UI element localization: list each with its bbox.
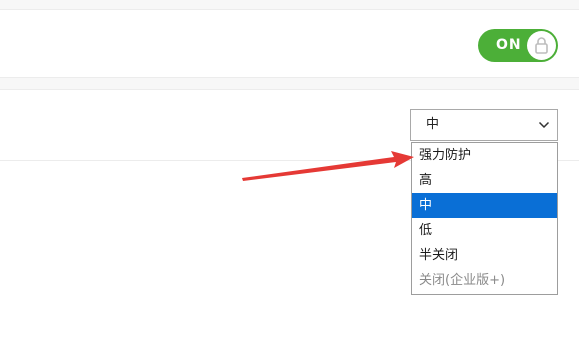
lock-icon — [535, 37, 548, 54]
option-half-off[interactable]: 半关闭 — [412, 243, 557, 268]
toggle-label: ON — [496, 37, 522, 53]
option-high[interactable]: 高 — [412, 168, 557, 193]
select-current-value: 中 — [426, 117, 440, 132]
option-off-enterprise: 关闭(企业版+) — [419, 273, 506, 288]
option-strong[interactable]: 强力防护 — [412, 143, 557, 168]
toggle-knob[interactable] — [527, 31, 556, 60]
top-separator — [0, 0, 579, 9]
option-low[interactable]: 低 — [412, 218, 557, 243]
settings-row-protection-toggle: ON — [0, 9, 579, 78]
protection-toggle[interactable]: ON — [478, 29, 558, 62]
protection-level-dropdown: 强力防护 高 中 低 半关闭 关闭(企业版+) — [411, 142, 558, 295]
row-separator — [0, 78, 579, 89]
protection-level-select[interactable]: 中 — [410, 109, 558, 141]
chevron-down-icon — [538, 121, 550, 129]
settings-panel: ON 中 强力防护 高 中 低 半关闭 关闭(企业版+) — [0, 0, 579, 341]
option-medium[interactable]: 中 — [412, 193, 557, 218]
